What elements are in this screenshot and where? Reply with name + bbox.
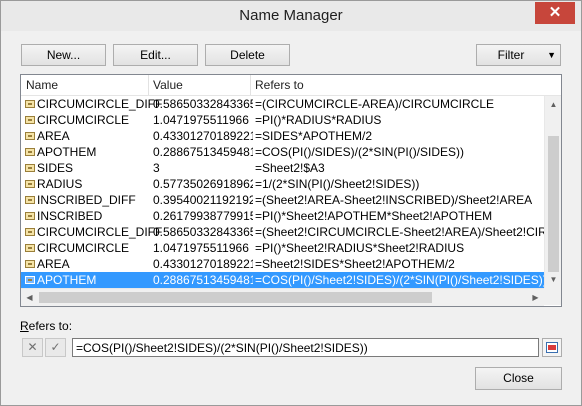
close-button[interactable]: Close xyxy=(475,367,562,390)
scroll-down-icon[interactable]: ▼ xyxy=(545,271,561,288)
horizontal-scrollbar[interactable]: ◀ ▶ xyxy=(21,288,544,306)
defined-name-icon xyxy=(25,148,35,156)
new-button[interactable]: New... xyxy=(21,44,106,66)
cell-refers-to: =PI()*Sheet2!APOTHEM*Sheet2!APOTHEM xyxy=(255,209,493,223)
column-header-refers-to[interactable]: Refers to xyxy=(255,78,304,92)
cell-refers-to: =COS(PI()/SIDES)/(2*SIN(PI()/SIDES)) xyxy=(255,145,465,159)
refers-to-accelerator: R xyxy=(20,319,29,333)
cell-value: 1.0471975511966 xyxy=(153,241,249,255)
table-row[interactable]: APOTHEM 0.288675134594813 =COS(PI()/SIDES)… xyxy=(21,144,544,160)
horizontal-scroll-thumb[interactable] xyxy=(39,292,432,303)
refers-to-label: Refers to: xyxy=(20,319,72,333)
cell-refers-to: =Sheet2!SIDES*Sheet2!APOTHEM/2 xyxy=(255,257,455,271)
table-row[interactable]: INSCRIBED 0.26179938779915 =PI()*Sheet2!AP… xyxy=(21,208,544,224)
cell-refers-to: =PI()*RADIUS*RADIUS xyxy=(255,113,382,127)
table-row[interactable]: APOTHEM 0.288675134594813 =COS(PI()/Sheet2… xyxy=(21,272,544,288)
refers-to-input[interactable] xyxy=(72,338,539,357)
defined-name-icon xyxy=(25,228,35,236)
cell-value: 0.586503328433656 xyxy=(153,97,253,111)
table-row[interactable]: CIRCUMCIRCLE 1.0471975511966 =PI()*Sheet2!… xyxy=(21,240,544,256)
table-row[interactable]: CIRCUMCIRCLE_DIFF 0.586503328433656 =(CIRC… xyxy=(21,96,544,112)
cell-refers-to: =COS(PI()/Sheet2!SIDES)/(2*SIN(PI()/Shee… xyxy=(255,273,544,287)
cell-name: AREA xyxy=(37,257,70,271)
cell-name: APOTHEM xyxy=(37,273,97,287)
cell-value: 0.288675134594813 xyxy=(153,273,253,287)
table-row[interactable]: SIDES 3 =Sheet2!$A3 xyxy=(21,160,544,176)
scroll-left-icon[interactable]: ◀ xyxy=(21,289,38,306)
cell-refers-to: =PI()*Sheet2!RADIUS*Sheet2!RADIUS xyxy=(255,241,465,255)
name-manager-dialog: Name Manager ✕ New... Edit... Delete Fil… xyxy=(0,0,582,406)
cell-value: 0.433012701892219 xyxy=(153,129,253,143)
cell-name: CIRCUMCIRCLE_DIFF xyxy=(37,97,163,111)
cell-value: 0.26179938779915 xyxy=(153,209,253,223)
table-row[interactable]: INSCRIBED_DIFF 0.395400211921927 =(Sheet2!… xyxy=(21,192,544,208)
vertical-scroll-thumb[interactable] xyxy=(548,136,559,272)
window-close-button[interactable]: ✕ xyxy=(535,2,575,24)
defined-name-icon xyxy=(25,132,35,140)
column-divider[interactable] xyxy=(148,75,149,95)
title-bar: Name Manager ✕ xyxy=(1,1,581,31)
list-header: Name Value Refers to xyxy=(21,75,561,96)
cell-refers-to: =(Sheet2!CIRCUMCIRCLE-Sheet2!AREA)/Sheet… xyxy=(255,225,544,239)
cell-name: INSCRIBED xyxy=(37,209,103,223)
column-header-value[interactable]: Value xyxy=(153,78,183,92)
cell-refers-to: =(Sheet2!AREA-Sheet2!INSCRIBED)/Sheet2!A… xyxy=(255,193,533,207)
defined-name-icon xyxy=(25,116,35,124)
defined-name-icon xyxy=(25,260,35,268)
table-row[interactable]: AREA 0.433012701892219 =SIDES*APOTHEM/2 xyxy=(21,128,544,144)
cell-value: 0.395400211921927 xyxy=(153,193,253,207)
cancel-edit-button[interactable]: ✕ xyxy=(22,338,43,357)
defined-name-icon xyxy=(25,244,35,252)
cell-name: INSCRIBED_DIFF xyxy=(37,193,136,207)
cell-name: CIRCUMCIRCLE_DIFF xyxy=(37,225,163,239)
cell-value: 0.586503328433656 xyxy=(153,225,253,239)
cell-name: SIDES xyxy=(37,161,74,175)
cell-value: 0.433012701892219 xyxy=(153,257,253,271)
range-select-arrow-icon xyxy=(548,345,556,350)
cell-name: AREA xyxy=(37,129,70,143)
defined-name-icon xyxy=(25,276,35,284)
cell-name: APOTHEM xyxy=(37,145,97,159)
vertical-scrollbar[interactable]: ▲ ▼ xyxy=(544,96,561,288)
cell-value: 0.577350269189626 xyxy=(153,177,253,191)
defined-name-icon xyxy=(25,196,35,204)
chevron-down-icon: ▼ xyxy=(547,50,556,60)
defined-name-icon xyxy=(25,100,35,108)
refers-to-label-text: efers to: xyxy=(28,319,73,333)
scroll-right-icon[interactable]: ▶ xyxy=(527,289,544,306)
table-row[interactable]: CIRCUMCIRCLE 1.0471975511966 =PI()*RADIUS*… xyxy=(21,112,544,128)
confirm-edit-button[interactable]: ✓ xyxy=(45,338,66,357)
window-title: Name Manager xyxy=(239,7,343,24)
scroll-up-icon[interactable]: ▲ xyxy=(545,96,561,113)
defined-name-icon xyxy=(25,180,35,188)
column-divider[interactable] xyxy=(250,75,251,95)
cell-refers-to: =SIDES*APOTHEM/2 xyxy=(255,129,373,143)
cell-name: RADIUS xyxy=(37,177,83,191)
cell-value: 0.288675134594813 xyxy=(153,145,253,159)
filter-label: Filter xyxy=(497,48,525,62)
cell-value: 3 xyxy=(153,161,160,175)
names-list[interactable]: Name Value Refers to CIRCUMCIRCLE_DIFF 0.… xyxy=(20,74,562,307)
collapse-dialog-button[interactable] xyxy=(542,338,562,357)
column-header-name[interactable]: Name xyxy=(26,78,58,92)
cell-name: CIRCUMCIRCLE xyxy=(37,241,130,255)
cell-value: 1.0471975511966 xyxy=(153,113,249,127)
cell-refers-to: =Sheet2!$A3 xyxy=(255,161,325,175)
cell-refers-to: =1/(2*SIN(PI()/Sheet2!SIDES)) xyxy=(255,177,420,191)
table-row[interactable]: CIRCUMCIRCLE_DIFF 0.586503328433656 =(Shee… xyxy=(21,224,544,240)
scrollbar-corner xyxy=(544,288,561,305)
table-row[interactable]: RADIUS 0.577350269189626 =1/(2*SIN(PI()/Sh… xyxy=(21,176,544,192)
cell-name: CIRCUMCIRCLE xyxy=(37,113,130,127)
defined-name-icon xyxy=(25,212,35,220)
cell-refers-to: =(CIRCUMCIRCLE-AREA)/CIRCUMCIRCLE xyxy=(255,97,495,111)
delete-button[interactable]: Delete xyxy=(205,44,290,66)
edit-button[interactable]: Edit... xyxy=(113,44,198,66)
defined-name-icon xyxy=(25,164,35,172)
filter-button[interactable]: Filter ▼ xyxy=(476,44,561,66)
table-row[interactable]: AREA 0.433012701892219 =Sheet2!SIDES*Sheet… xyxy=(21,256,544,272)
